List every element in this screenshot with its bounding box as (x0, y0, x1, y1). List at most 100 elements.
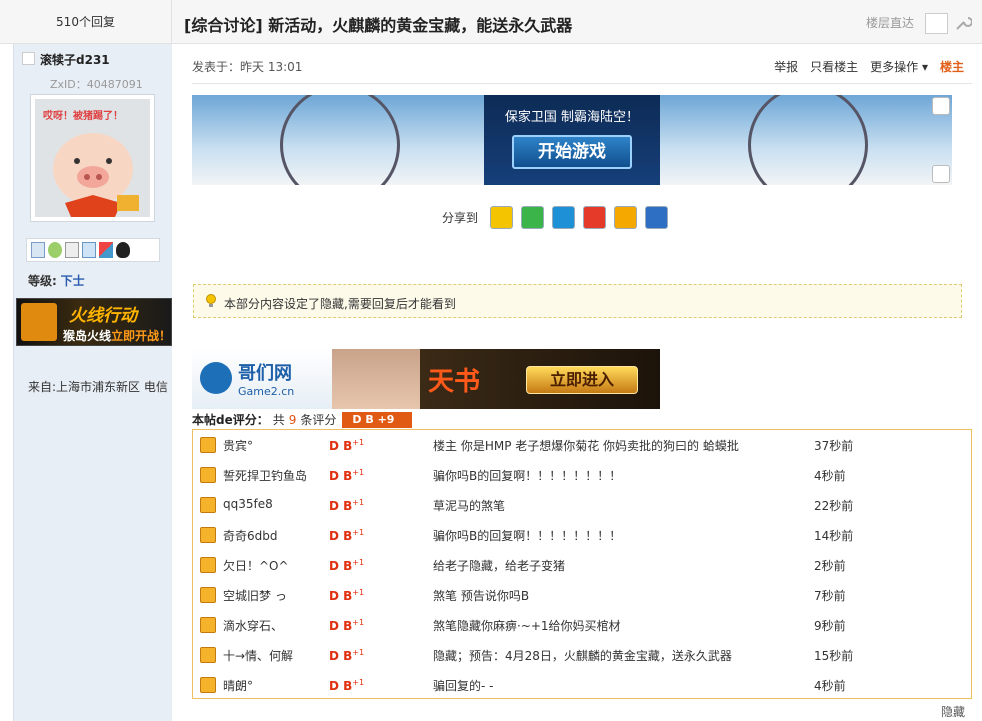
thread-title: [综合讨论] 新活动，火麒麟的黄金宝藏，能送永久武器 (184, 12, 572, 36)
rating-score: D B+1 (329, 438, 364, 453)
rater-avatar-icon (200, 587, 216, 603)
rating-summary-label: 本帖de评分： (192, 413, 269, 427)
rating-reason: 楼主 你是HMP 老子想爆你菊花 你妈卖批的狗曰的 蛤蟆批 (433, 439, 739, 453)
rater-name[interactable]: 空城旧梦 っ (223, 587, 287, 604)
game-ad-banner[interactable]: 保家卫国 制霸海陆空！ 开始游戏 (192, 95, 952, 185)
ad-image-right (660, 95, 952, 185)
rating-reason: 隐藏；预告：4月28日，火麒麟的黄金宝藏，送永久武器 (433, 649, 732, 663)
rating-reason: 骗你吗B的回复啊！！！！！！！！ (433, 529, 622, 543)
avatar-image: 哎呀！被猪踢了！ (35, 99, 150, 217)
avatar[interactable]: 哎呀！被猪踢了！ (30, 94, 155, 222)
ad-paw-icon[interactable] (932, 97, 950, 115)
user-icon (22, 52, 35, 65)
more-actions-dropdown[interactable]: 更多操作 ▾ (870, 58, 928, 75)
game2-game-panel: 天书 立即进入 (420, 349, 660, 409)
qq-icon[interactable] (490, 206, 514, 229)
ad-slogan: 保家卫国 制霸海陆空！ (504, 110, 640, 125)
rater-name[interactable]: qq35fe8 (223, 497, 273, 511)
qq-icon[interactable] (116, 242, 130, 258)
crossfire-banner[interactable]: 火线行动 猴岛火线立即开战！ (16, 298, 172, 346)
rater-name[interactable]: 晴朗° (223, 677, 253, 694)
rating-reason: 骗回复的- - (433, 679, 494, 693)
rating-time: 2秒前 (814, 559, 846, 573)
ad-close-icon[interactable] (932, 165, 950, 183)
rater-name[interactable]: 奇奇6dbd (223, 527, 278, 544)
wechat-icon[interactable] (521, 206, 545, 229)
score-unit: D B (329, 619, 353, 633)
rater-avatar-icon (200, 557, 216, 573)
scope-graphic (748, 95, 868, 185)
post-timestamp: 发表于：昨天 13:01 (192, 60, 303, 74)
floor-jump-label: 楼层直达 (866, 16, 915, 30)
author-tools (26, 238, 160, 262)
rating-row: 滴水穿石、 D B+1 煞笔隐藏你麻痹·~+1给你妈买棺材 9秒前 (193, 610, 971, 640)
thread-category[interactable]: [综合讨论] (184, 16, 263, 35)
meta-divider (192, 83, 972, 84)
rating-score: D B+1 (329, 558, 364, 573)
rating-list: 贵宾° D B+1 楼主 你是HMP 老子想爆你菊花 你妈卖批的狗曰的 蛤蟆批 … (192, 429, 972, 699)
rating-score: D B+1 (329, 678, 364, 693)
message-icon[interactable] (31, 242, 45, 258)
thread-header: 510个回复 [综合讨论] 新活动，火麒麟的黄金宝藏，能送永久武器 楼层直达 (0, 0, 982, 44)
tieba-icon[interactable] (645, 206, 669, 229)
score-delta: +1 (352, 438, 365, 447)
profile-icon[interactable] (65, 242, 79, 258)
game2-logo-panel: 哥们网 Game2.cn (192, 349, 332, 409)
rating-row: 晴朗° D B+1 骗回复的- - 4秒前 (193, 670, 971, 700)
pengyou-icon[interactable] (552, 206, 576, 229)
game2-model-image (332, 349, 420, 409)
wrench-icon[interactable] (954, 14, 972, 32)
weibo-icon[interactable] (583, 206, 607, 229)
rater-name[interactable]: 贵宾° (223, 437, 253, 454)
rater-name[interactable]: 誓死捍卫钓鱼岛 (223, 467, 307, 484)
rating-reason: 煞笔隐藏你麻痹·~+1给你妈买棺材 (433, 619, 621, 633)
rating-count-prefix: 共 (272, 413, 285, 427)
level-value[interactable]: 下士 (61, 274, 85, 288)
ad-image-left (192, 95, 484, 185)
rating-score: D B+1 (329, 468, 364, 483)
rater-name[interactable]: 十→情、何解 (223, 647, 293, 664)
apps-icon[interactable] (99, 242, 113, 258)
rating-reason: 煞笔 预告说你吗B (433, 589, 530, 603)
rater-name[interactable]: 欠日！^O^ (223, 557, 289, 574)
rating-total-badge: D B +9 (342, 411, 413, 428)
score-delta: +1 (352, 648, 365, 657)
hide-ratings-link[interactable]: 隐藏 (941, 703, 965, 720)
floor-jump-input[interactable] (925, 13, 948, 34)
owner-badge: 楼主 (939, 60, 964, 74)
enter-now-button[interactable]: 立即进入 (526, 366, 638, 394)
author-name[interactable]: 滚犊子d231 (40, 51, 110, 68)
rater-avatar-icon (200, 467, 216, 483)
score-unit: D B (329, 529, 353, 543)
rating-score: D B+1 (329, 528, 364, 543)
reply-count: 510个回复 (0, 0, 172, 44)
pig-avatar-icon (53, 133, 139, 217)
rating-row: 贵宾° D B+1 楼主 你是HMP 老子想爆你菊花 你妈卖批的狗曰的 蛤蟆批 … (193, 430, 971, 460)
ad-center-panel: 保家卫国 制霸海陆空！ 开始游戏 (484, 95, 660, 185)
score-delta: +1 (352, 468, 365, 477)
level-label: 等级: (28, 274, 57, 288)
add-friend-icon[interactable] (48, 242, 62, 258)
start-game-button[interactable]: 开始游戏 (512, 135, 632, 169)
crossfire-title: 火线行动 (69, 306, 137, 326)
only-author-link[interactable]: 只看楼主 (810, 58, 858, 75)
score-delta: +1 (352, 528, 365, 537)
score-delta: +1 (352, 588, 365, 597)
report-link[interactable]: 举报 (774, 58, 798, 75)
score-unit: D B (329, 469, 353, 483)
rating-row: 空城旧梦 っ D B+1 煞笔 预告说你吗B 7秒前 (193, 580, 971, 610)
album-icon[interactable] (82, 242, 96, 258)
crossfire-sub-highlight: 立即开战！ (111, 329, 172, 343)
score-unit: D B (329, 499, 353, 513)
rating-time: 4秒前 (814, 679, 846, 693)
rating-row: qq35fe8 D B+1 草泥马的煞笔 22秒前 (193, 490, 971, 520)
rating-time: 7秒前 (814, 589, 846, 603)
left-gutter (0, 44, 13, 721)
qzone-icon[interactable] (614, 206, 638, 229)
rater-name[interactable]: 滴水穿石、 (223, 617, 283, 634)
game2-ad-banner[interactable]: 哥们网 Game2.cn 天书 立即进入 (192, 349, 660, 409)
hidden-content-notice: 本部分内容设定了隐藏,需要回复后才能看到 (193, 284, 962, 318)
score-unit: D B (329, 649, 353, 663)
thread-title-text: 新活动，火麒麟的黄金宝藏，能送永久武器 (268, 16, 573, 35)
rating-row: 奇奇6dbd D B+1 骗你吗B的回复啊！！！！！！！！ 14秒前 (193, 520, 971, 550)
